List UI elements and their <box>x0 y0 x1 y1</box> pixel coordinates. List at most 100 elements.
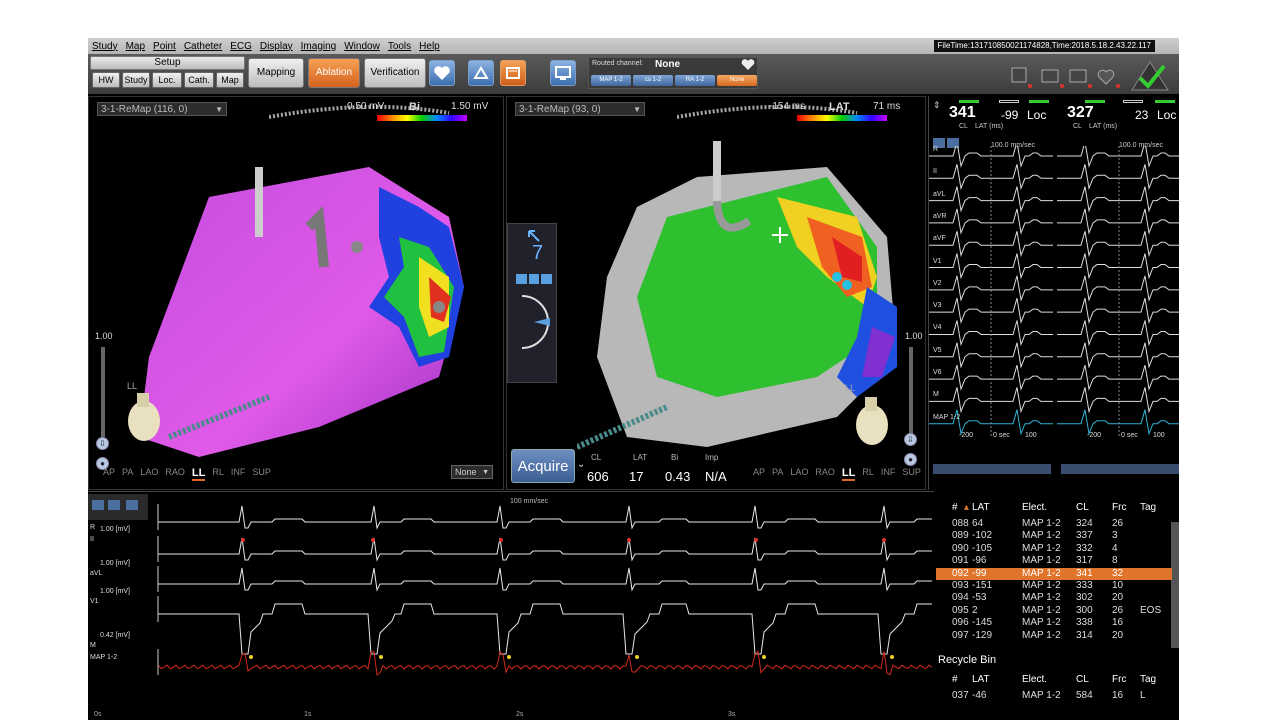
menu-point[interactable]: Point <box>149 41 180 52</box>
table-cell: 32 <box>1112 567 1124 579</box>
zoom-slider-right[interactable] <box>909 347 913 437</box>
point-table-row[interactable]: 093 -151 MAP 1-2 333 10 <box>936 580 1172 592</box>
egm-trace-v3 <box>1057 298 1179 324</box>
point-list-scrollbar[interactable] <box>1171 522 1179 648</box>
map-select-right[interactable]: 3-1-ReMap (93, 0) ▼ <box>515 102 645 116</box>
nav-down-icon-right[interactable]: ⇩ <box>904 433 917 446</box>
point-table-row[interactable]: 096 -145 MAP 1-2 338 16 <box>936 617 1172 629</box>
menu-study[interactable]: Study <box>88 41 122 52</box>
table-cell: 20 <box>1112 629 1124 641</box>
table-cell: 091 <box>952 555 969 567</box>
point-table-row[interactable]: 089 -102 MAP 1-2 337 3 <box>936 530 1172 542</box>
setup-map-button[interactable]: Map <box>216 72 244 88</box>
heart-add-icon[interactable] <box>429 60 455 86</box>
egm-column-1: ⇕ 341 -99 Loc CL LAT (ms) 100.0 mm/sec R… <box>929 96 1053 490</box>
record-icon[interactable] <box>500 60 526 86</box>
side-value-right: 1.00 <box>905 331 923 341</box>
sort-up-icon[interactable]: ▴ <box>964 502 969 513</box>
menu-window[interactable]: Window <box>340 41 384 52</box>
table-cell: 341 <box>1076 567 1093 579</box>
ecg-lat-marker <box>379 655 383 659</box>
channel-button[interactable]: MAP 1-2 <box>591 75 631 86</box>
view-rao-button[interactable]: RAO <box>815 467 835 481</box>
point-table-row[interactable]: 088 64 MAP 1-2 324 26 <box>936 518 1172 530</box>
view-lao-button[interactable]: LAO <box>140 467 158 481</box>
ecg-lat-marker <box>890 655 894 659</box>
nav-rotate-icon-right[interactable]: ● <box>904 453 917 466</box>
channel-button[interactable]: cs 1-2 <box>633 75 673 86</box>
egm-trace-avr <box>1057 208 1179 235</box>
view-sup-button[interactable]: SUP <box>252 467 271 481</box>
menu-tools[interactable]: Tools <box>384 41 415 52</box>
view-pa-button[interactable]: PA <box>772 467 783 481</box>
view-inf-button[interactable]: INF <box>231 467 246 481</box>
table-cell: Tag <box>1140 502 1157 513</box>
point-table-row[interactable]: 091 -96 MAP 1-2 317 8 <box>936 555 1172 567</box>
view-pa-button[interactable]: PA <box>122 467 133 481</box>
mode-verification-button[interactable]: Verification <box>364 58 426 88</box>
egm-trace-avr <box>929 208 1053 235</box>
menu-help[interactable]: Help <box>415 41 444 52</box>
map-select-left[interactable]: 3-1-ReMap (116, 0) ▼ <box>97 102 227 116</box>
view-ap-button[interactable]: AP <box>753 467 765 481</box>
acquire-dropdown-icon[interactable]: ⌄ <box>577 459 585 470</box>
recycle-table-row[interactable]: 037 -46 MAP 1-2 584 16 L <box>936 690 1172 702</box>
egm-lead-label: aVF <box>933 235 946 243</box>
routed-channel-value: None <box>655 59 680 70</box>
setup-loc-button[interactable]: Loc. <box>152 72 182 88</box>
monitor-icon[interactable] <box>550 60 576 86</box>
nav-down-icon[interactable]: ⇩ <box>96 437 109 450</box>
acquire-button[interactable]: Acquire <box>511 449 575 483</box>
channel-button[interactable]: None <box>717 75 757 86</box>
setup-hw-button[interactable]: HW <box>92 72 120 88</box>
mode-mapping-button[interactable]: Mapping <box>248 58 304 88</box>
table-cell: 095 <box>952 604 969 616</box>
ecg-trace <box>158 567 932 592</box>
point-table-row[interactable]: 097 -129 MAP 1-2 314 20 <box>936 630 1172 642</box>
view-ll-button[interactable]: LL <box>191 467 206 481</box>
overlay-dropdown[interactable]: None ▼ <box>451 465 493 479</box>
point-table-row[interactable]: 092 -99 MAP 1-2 341 32 <box>936 567 1172 580</box>
egm-lead-label: aVR <box>933 212 947 220</box>
point-table-row[interactable]: 095 2 MAP 1-2 300 26 EOS <box>936 605 1172 617</box>
menu-ecg[interactable]: ECG <box>226 41 256 52</box>
recycle-table-header[interactable]: # LAT Elect. CL Frc Tag <box>936 674 1172 686</box>
view-inf-button[interactable]: INF <box>881 467 896 481</box>
stat-value-bi: 0.43 <box>665 469 691 484</box>
egm-lead-label: V2 <box>933 279 942 287</box>
menu-catheter[interactable]: Catheter <box>180 41 226 52</box>
channel-button[interactable]: RA 1-2 <box>675 75 715 86</box>
view-rl-button[interactable]: RL <box>212 467 224 481</box>
point-table-header[interactable]: # LAT Elect. CL Frc Tag ▴ <box>936 502 1172 514</box>
orientation-label-left: LL <box>127 381 138 391</box>
lat-activation-map[interactable]: 3-1-ReMap (93, 0) ▼ -154 ms LAT 71 ms 7 … <box>506 96 926 490</box>
zoom-slider-left[interactable] <box>101 347 105 437</box>
setup-study-button[interactable]: Study <box>122 72 150 88</box>
view-rao-button[interactable]: RAO <box>165 467 185 481</box>
view-lao-button[interactable]: LAO <box>790 467 808 481</box>
view-rl-button[interactable]: RL <box>862 467 874 481</box>
view-ll-button[interactable]: LL <box>841 467 856 481</box>
view-ap-button[interactable]: AP <box>103 467 115 481</box>
catheter-view-icon[interactable] <box>468 60 494 86</box>
egm-trace-m <box>1057 387 1179 414</box>
egm-scrollbar-1[interactable] <box>933 464 1051 474</box>
sort-icon[interactable]: ⇕ <box>933 100 941 111</box>
point-list-table: # LAT Elect. CL Frc Tag ▴ 088 64 MAP 1-2 324 26 089-… <box>936 500 1179 650</box>
menu-map[interactable]: Map <box>122 41 149 52</box>
bipolar-voltage-map[interactable]: 3-1-ReMap (116, 0) ▼ 0.50 mV Bi 1.50 mV 1… <box>88 96 504 490</box>
mode-ablation-button[interactable]: Ablation <box>308 58 360 88</box>
setup-label[interactable]: Setup <box>90 56 245 70</box>
egm-scrollbar-2[interactable] <box>1061 464 1179 474</box>
egm-trace-ii <box>1057 164 1179 191</box>
point-table-row[interactable]: 094 -53 MAP 1-2 302 20 <box>936 592 1172 604</box>
menu-display[interactable]: Display <box>256 41 297 52</box>
egm-cl-2: 327 <box>1067 104 1094 121</box>
setup-cath-button[interactable]: Cath. <box>184 72 214 88</box>
scale-type-right: LAT <box>829 101 850 113</box>
scale-max-left: 1.50 mV <box>451 101 489 112</box>
menu-imaging[interactable]: Imaging <box>297 41 341 52</box>
view-sup-button[interactable]: SUP <box>902 467 921 481</box>
point-table-row[interactable]: 090 -105 MAP 1-2 332 4 <box>936 543 1172 555</box>
force-bars <box>516 274 553 284</box>
